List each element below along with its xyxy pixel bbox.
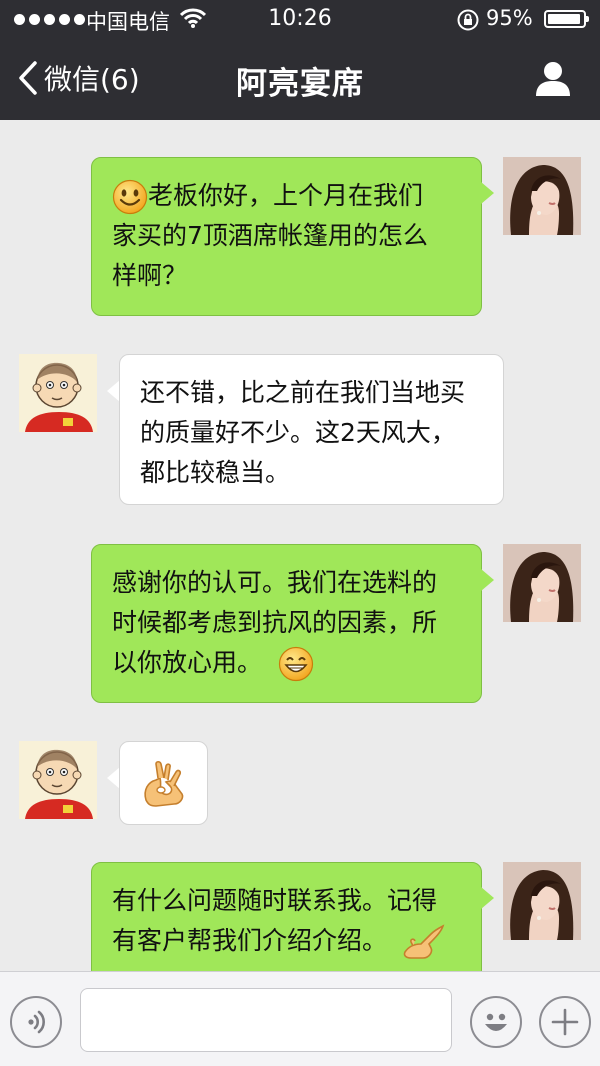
- plus-icon: [551, 1008, 579, 1036]
- profile-icon[interactable]: [534, 60, 572, 98]
- cartoon-boy-avatar-image: [19, 354, 97, 432]
- input-bar: [0, 971, 600, 1066]
- battery-fill: [548, 14, 581, 24]
- voice-button[interactable]: [10, 996, 62, 1048]
- bubble-tail: [481, 182, 494, 204]
- message-text-line: 家买的7顶酒席帐篷用的怎么: [112, 221, 428, 250]
- pointing-hand-emoji-icon: [403, 924, 445, 959]
- message-bubble[interactable]: 感谢你的认可。我们在选料的 时候都考虑到抗风的因素，所 以你放心用。: [91, 544, 482, 703]
- message-bubble[interactable]: 还不错，比之前在我们当地买 的质量好不少。这2天风大， 都比较稳当。: [119, 354, 504, 505]
- cartoon-boy-avatar-image: [19, 741, 97, 819]
- battery-percentage: 95%: [486, 6, 533, 30]
- message-text-line: 的质量好不少。这2天风大，: [140, 418, 456, 447]
- avatar-me[interactable]: [503, 862, 581, 940]
- status-bar: 中国电信 10:26 95%: [0, 0, 600, 40]
- smile-emoji-icon: [112, 179, 148, 215]
- message-bubble[interactable]: 有什么问题随时联系我。记得 有客户帮我们介绍介绍。: [91, 862, 482, 980]
- bubble-tail: [481, 569, 494, 591]
- message-text-line: 时候都考虑到抗风的因素，所: [112, 608, 438, 637]
- battery-icon: [544, 10, 589, 28]
- message-bubble[interactable]: 老板你好，上个月在我们 家买的7顶酒席帐篷用的怎么 样啊？: [91, 157, 482, 316]
- nav-bar: 微信(6) 阿亮宴席: [0, 40, 600, 120]
- message-text-line: 都比较稳当。: [140, 458, 291, 487]
- woman-avatar-image: [503, 544, 581, 622]
- message-text-line: 感谢你的认可。我们在选料的: [112, 568, 438, 597]
- message-text-line: 还不错，比之前在我们当地买: [140, 378, 466, 407]
- avatar-me[interactable]: [503, 157, 581, 235]
- woman-avatar-image: [503, 157, 581, 235]
- ok-hand-emoji-icon: [144, 760, 184, 807]
- voice-icon: [28, 1010, 45, 1034]
- message-text-line: 有什么问题随时联系我。记得: [112, 886, 438, 915]
- more-button[interactable]: [539, 996, 591, 1048]
- message-text-line: 有客户帮我们介绍介绍。: [112, 926, 388, 955]
- woman-avatar-image: [503, 862, 581, 940]
- emoji-icon: [485, 1013, 507, 1031]
- message-text-line: 样啊？: [112, 261, 188, 290]
- bubble-tail: [481, 887, 494, 909]
- top-bar: 中国电信 10:26 95% 微信(6) 阿亮宴席: [0, 0, 600, 120]
- avatar-other[interactable]: [19, 741, 97, 819]
- chat-title: 阿亮宴席: [236, 66, 364, 102]
- grin-emoji-icon: [278, 646, 314, 682]
- rotation-lock-icon: [457, 9, 479, 31]
- message-text-line: 老板你好，上个月在我们: [148, 181, 424, 210]
- emoji-button[interactable]: [470, 996, 522, 1048]
- message-input[interactable]: [80, 988, 452, 1052]
- message-bubble[interactable]: [119, 741, 208, 825]
- message-text-line: 以你放心用。: [112, 648, 263, 677]
- avatar-me[interactable]: [503, 544, 581, 622]
- avatar-other[interactable]: [19, 354, 97, 432]
